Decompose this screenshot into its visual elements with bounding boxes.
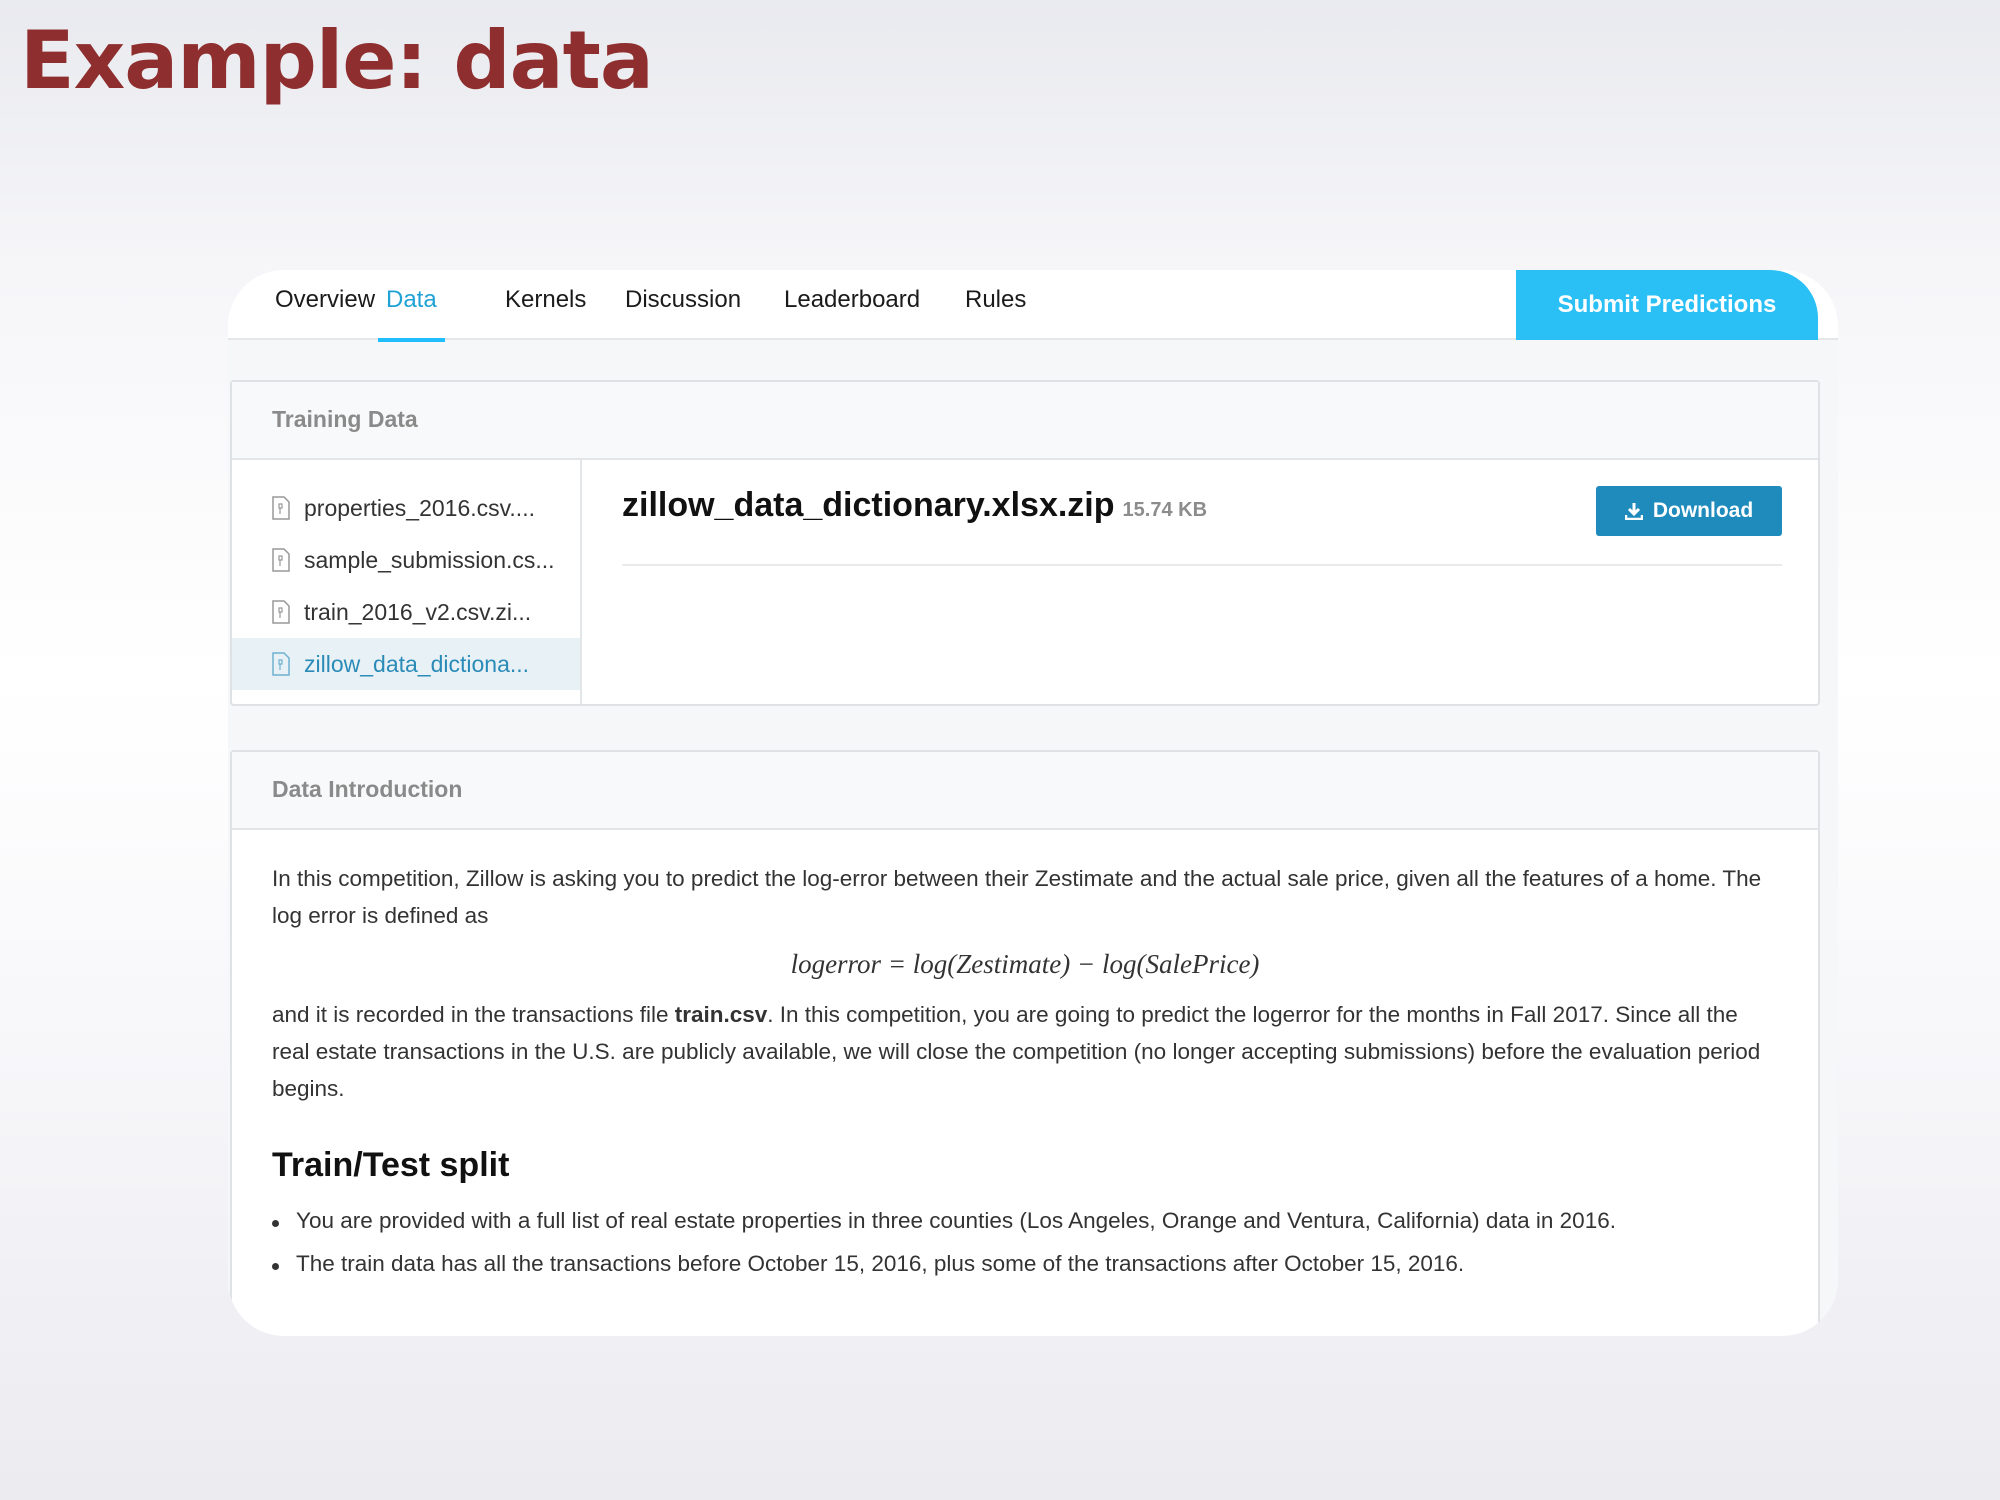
train-test-bullets: You are provided with a full list of rea… <box>272 1202 1778 1282</box>
tab-leaderboard[interactable]: Leaderboard <box>784 282 920 340</box>
file-icon <box>272 652 290 676</box>
file-item-sample-submission[interactable]: sample_submission.cs... <box>232 534 580 586</box>
download-button[interactable]: Download <box>1596 486 1782 536</box>
train-test-split-heading: Train/Test split <box>272 1146 510 1184</box>
file-detail: zillow_data_dictionary.xlsx.zip 15.74 KB … <box>622 460 1782 704</box>
tab-bar: Overview Data Kernels Discussion Leaderb… <box>228 270 1838 342</box>
intro-paragraph: In this competition, Zillow is asking yo… <box>272 866 1762 928</box>
download-icon <box>1624 503 1643 520</box>
data-introduction-panel: Data Introduction In this competition, Z… <box>230 750 1820 1336</box>
tab-discussion[interactable]: Discussion <box>625 282 741 340</box>
file-item-zillow-data-dictionary[interactable]: zillow_data_dictiona... <box>232 638 580 690</box>
tab-data[interactable]: Data <box>378 282 445 342</box>
file-icon <box>272 600 290 624</box>
selected-file-title: zillow_data_dictionary.xlsx.zip 15.74 KB <box>622 486 1207 525</box>
file-icon <box>272 496 290 520</box>
transactions-paragraph: and it is recorded in the transactions f… <box>272 996 1778 1107</box>
tab-kernels[interactable]: Kernels <box>505 282 586 340</box>
divider <box>622 564 1782 566</box>
bullet-item: You are provided with a full list of rea… <box>272 1202 1778 1239</box>
training-data-panel: Training Data properties_2016.csv.... sa… <box>230 380 1820 706</box>
training-data-header: Training Data <box>232 382 1818 460</box>
data-introduction-body: In this competition, Zillow is asking yo… <box>232 830 1818 1282</box>
logerror-formula: logerror = log(Zestimate) − log(SalePric… <box>790 949 1260 979</box>
kaggle-competition-page: Overview Data Kernels Discussion Leaderb… <box>228 270 1838 1336</box>
file-name-label: properties_2016.csv.... <box>304 494 535 521</box>
submit-predictions-button[interactable]: Submit Predictions <box>1516 270 1818 340</box>
selected-file-size: 15.74 KB <box>1122 499 1208 521</box>
file-item-properties[interactable]: properties_2016.csv.... <box>232 482 580 534</box>
download-label: Download <box>1652 499 1754 522</box>
tab-overview[interactable]: Overview <box>275 282 375 340</box>
file-item-train[interactable]: train_2016_v2.csv.zi... <box>232 586 580 638</box>
file-name-label: train_2016_v2.csv.zi... <box>304 598 532 625</box>
train-csv-filename: train.csv <box>674 1002 768 1027</box>
selected-file-name: zillow_data_dictionary.xlsx.zip <box>622 486 1115 524</box>
slide-title: Example: data <box>20 14 654 107</box>
paragraph-text: and it is recorded in the transactions f… <box>272 1002 675 1027</box>
bullet-item: The train data has all the transactions … <box>272 1245 1778 1282</box>
tab-rules[interactable]: Rules <box>965 282 1026 340</box>
data-introduction-header: Data Introduction <box>232 752 1818 830</box>
file-name-label: zillow_data_dictiona... <box>304 650 530 677</box>
file-list: properties_2016.csv.... sample_submissio… <box>232 460 582 704</box>
file-name-label: sample_submission.cs... <box>304 546 555 573</box>
file-icon <box>272 548 290 572</box>
